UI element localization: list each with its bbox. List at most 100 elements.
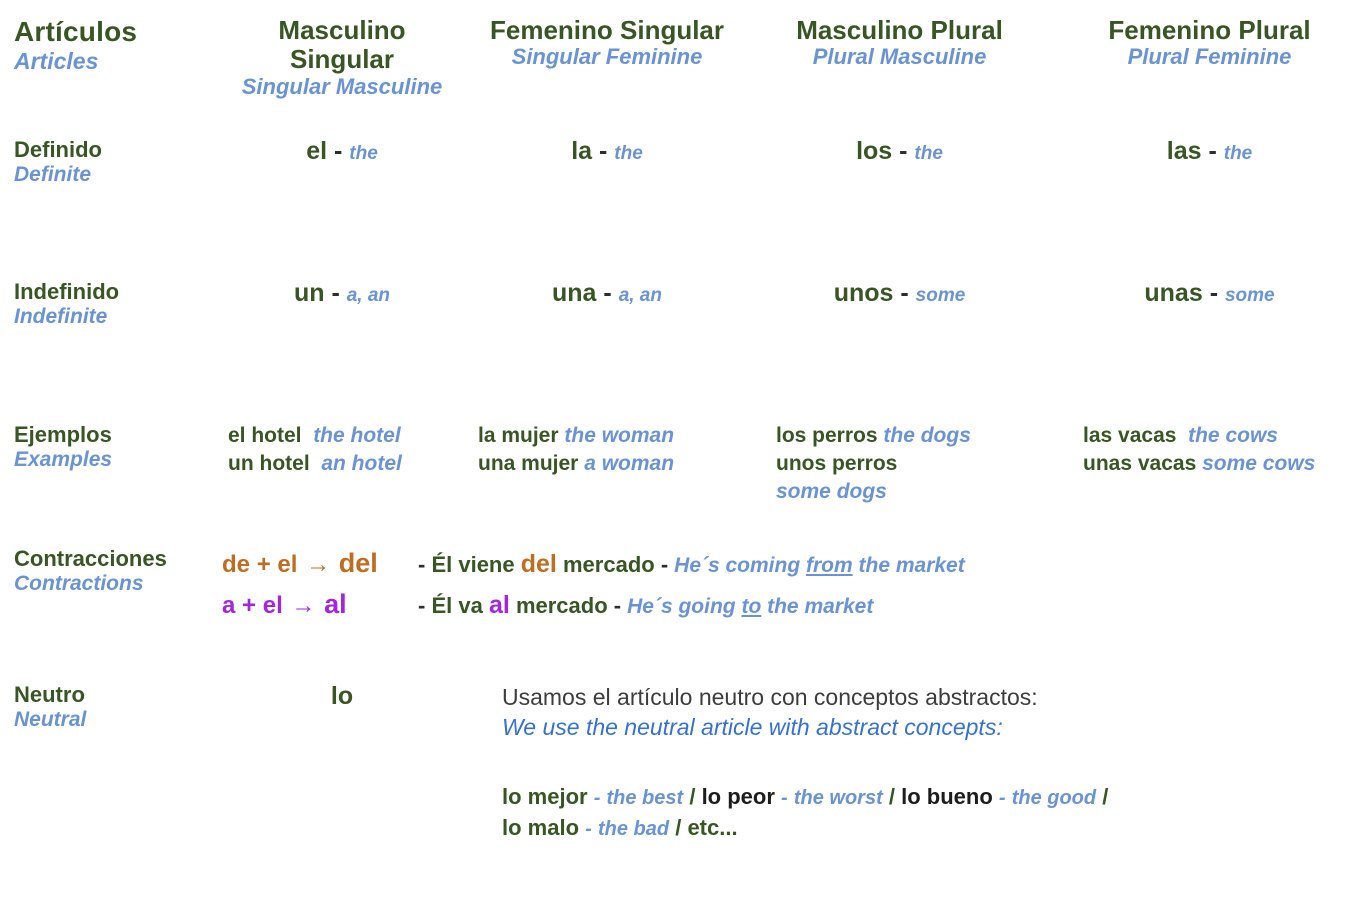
example-en: the hotel [313, 424, 401, 448]
neutral-example-dash: - [585, 817, 592, 840]
cell-indefinido-masculino-singular: un - a, an [222, 279, 462, 308]
sheet-title-es: Artículos [14, 16, 138, 47]
neutral-example-slash: / [675, 814, 682, 840]
column-header-en: Singular Feminine [511, 44, 703, 70]
column-header-masculino-plural: Masculino Plural Plural Masculine [752, 15, 1047, 70]
row-definido: Definido Definite el - the la - the los … [0, 137, 1372, 188]
dash: - [418, 551, 426, 577]
article-translation: some [1224, 285, 1275, 307]
separator: - [334, 136, 343, 165]
sentence-pre: Él va [431, 592, 483, 618]
formula-operand-a: a [222, 591, 236, 619]
column-header-en: Plural Masculine [812, 44, 987, 70]
example-en: some cows [1202, 451, 1316, 475]
column-header-en: Plural Feminine [1127, 44, 1292, 70]
contraction-translation-al: He´s going to the market [627, 596, 873, 617]
example-line: unos perros [776, 450, 1071, 478]
column-header-masculino-singular: Masculino Singular Singular Masculine [222, 15, 462, 100]
articles-reference-sheet: Artículos Articles Masculino Singular Si… [0, 0, 1372, 900]
row-indefinido: Indefinido Indefinite un - a, an una - a… [0, 279, 1372, 330]
neutral-example-en: the worst [793, 786, 883, 809]
example-line: una mujer a woman [478, 450, 768, 478]
neutral-examples: lo mejor - the best / lo peor - the wors… [502, 781, 1372, 844]
article-word: las [1166, 136, 1202, 165]
row-neutro: Neutro Neutral lo Usamos el artículo neu… [0, 682, 1372, 844]
separator: - [900, 279, 909, 308]
row-contracciones: Contracciones Contractions de + el → del… [0, 546, 1372, 618]
row-label-es: Contracciones [14, 545, 167, 571]
example-es: un hotel [228, 451, 310, 475]
neutral-example-slash: / [1102, 783, 1109, 809]
contraction-line-del: de + el → del - Él viene del mercado - H… [222, 547, 965, 578]
article-word: la [571, 136, 593, 165]
article-translation: a, an [618, 285, 662, 307]
sentence-post: mercado [515, 592, 608, 618]
neutral-example-es: lo bueno [901, 783, 993, 809]
contraction-formula-al: a + el → al [222, 588, 418, 619]
example-line: some dogs [776, 478, 1071, 506]
row-label-en: Examples [14, 448, 113, 471]
neutral-explanation-block: Usamos el artículo neutro con conceptos … [502, 682, 1372, 844]
row-label-es: Neutro [14, 681, 85, 707]
example-line: el hotel the hotel [228, 422, 468, 450]
row-label-en: Definite [14, 162, 92, 186]
neutral-example-slash: / [888, 783, 895, 809]
neutral-example-dash: - [998, 786, 1006, 809]
row-label-es: Definido [14, 136, 102, 162]
example-en: the cows [1188, 424, 1278, 448]
row-label-es: Ejemplos [14, 422, 112, 448]
formula-result: al [324, 588, 347, 619]
neutral-example-en: the best [606, 786, 684, 809]
formula-result: del [338, 547, 378, 578]
article-word: un [293, 279, 325, 308]
row-label-en: Neutral [14, 707, 87, 731]
neutral-examples-line: lo malo - the bad / etc... [502, 812, 1372, 843]
example-es: unas vacas [1083, 451, 1197, 475]
neutral-example-etc: etc... [687, 814, 738, 840]
row-label-contracciones: Contracciones Contractions [0, 546, 222, 597]
translation-pre: He´s going [627, 594, 742, 618]
article-translation: the [349, 142, 378, 164]
separator: - [331, 279, 340, 308]
contraction-sentence-del: - Él viene del mercado - [418, 551, 669, 577]
example-es: el hotel [228, 424, 302, 448]
example-line: los perros the dogs [776, 422, 1071, 450]
dash: - [418, 592, 426, 618]
dash2: - [660, 551, 669, 577]
translation-underlined: to [741, 594, 762, 618]
separator: - [603, 279, 612, 308]
example-en: the woman [564, 424, 675, 448]
article-translation: a, an [346, 285, 391, 307]
sentence-post: mercado [562, 551, 655, 577]
cell-ejemplos-masculino-plural: los perros the dogs unos perros some dog… [768, 422, 1071, 506]
row-ejemplos: Ejemplos Examples el hotel the hotel un … [0, 422, 1372, 506]
contraction-sentence-al: - Él va al mercado - [418, 592, 621, 618]
example-line: la mujer the woman [478, 422, 768, 450]
cell-ejemplos-femenino-plural: las vacas the cows unas vacas some cows [1071, 422, 1372, 478]
neutral-example-es: lo malo [502, 814, 580, 840]
cell-definido-masculino-plural: los - the [752, 137, 1047, 166]
example-es: una mujer [478, 451, 579, 475]
example-en: some dogs [776, 479, 887, 503]
example-es: las vacas [1083, 424, 1177, 448]
arrow-right-icon: → [306, 550, 331, 578]
cell-definido-femenino-plural: las - the [1047, 137, 1372, 166]
row-label-indefinido: Indefinido Indefinite [0, 279, 222, 330]
neutral-example-slash: / [689, 783, 696, 809]
example-line: unas vacas some cows [1083, 450, 1372, 478]
arrow-right-icon: → [291, 591, 316, 619]
contraction-line-al: a + el → al - Él va al mercado - He´s go… [222, 588, 965, 619]
article-word: el [306, 136, 328, 165]
article-word: los [856, 136, 893, 165]
neutral-example-en: the bad [597, 817, 670, 840]
formula-operand-b: el [262, 591, 283, 619]
example-en: the dogs [883, 424, 971, 448]
translation-underlined: from [806, 553, 853, 577]
cell-indefinido-masculino-plural: unos - some [752, 279, 1047, 308]
article-word: unas [1144, 279, 1203, 308]
column-header-femenino-singular: Femenino Singular Singular Feminine [462, 15, 752, 70]
example-en: a woman [584, 451, 675, 475]
cell-indefinido-femenino-singular: una - a, an [462, 279, 752, 308]
example-en: an hotel [321, 451, 402, 475]
article-word: una [552, 279, 597, 308]
